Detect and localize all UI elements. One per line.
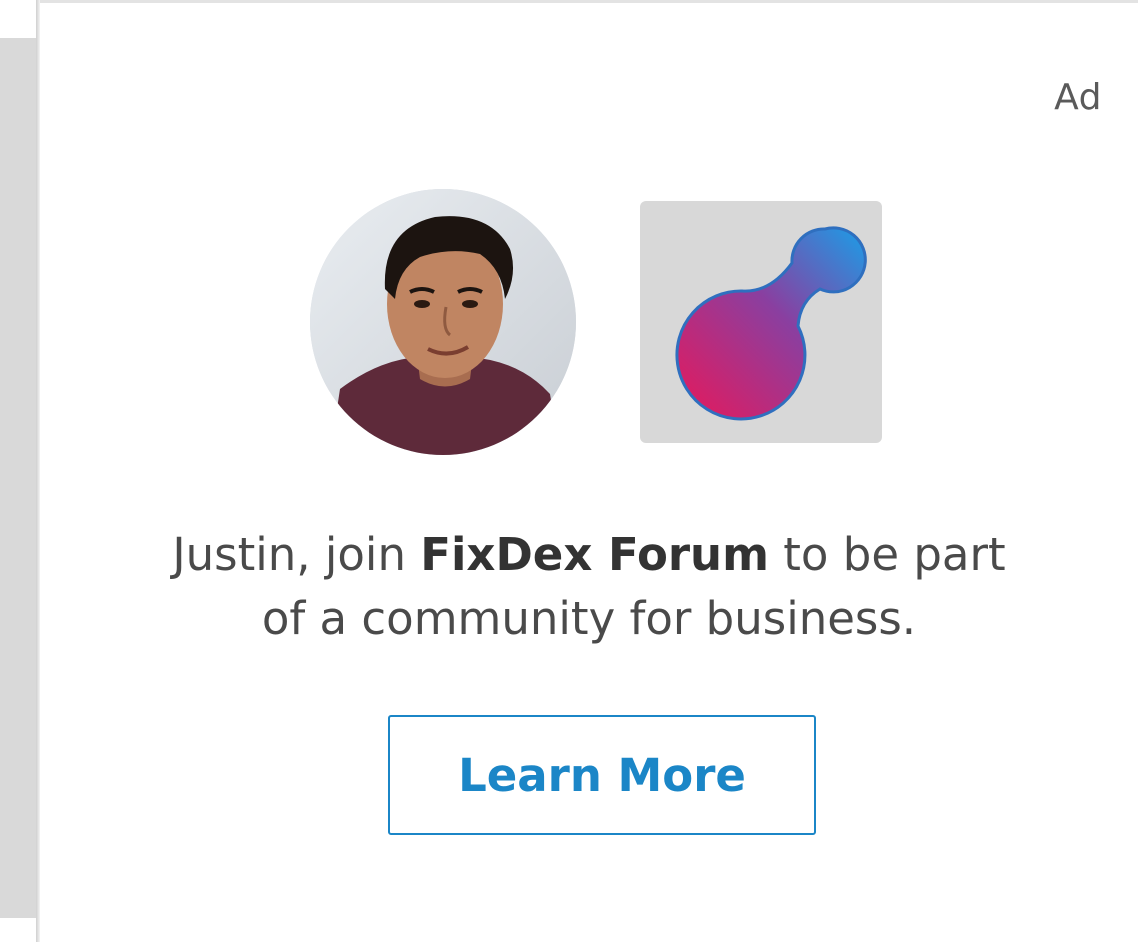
person-photo-icon bbox=[310, 189, 576, 455]
learn-more-button[interactable]: Learn More bbox=[388, 715, 816, 835]
ad-card[interactable]: Ad Justin, join FixDex Forum to be part … bbox=[40, 0, 1138, 942]
ad-message: Justin, join FixDex Forum to be part of … bbox=[40, 523, 1138, 651]
fixdex-logo-icon bbox=[675, 226, 867, 421]
message-line-2: of a community for business. bbox=[261, 592, 917, 645]
profile-avatar bbox=[310, 189, 576, 455]
ad-label: Ad bbox=[1054, 77, 1102, 118]
side-panel bbox=[0, 38, 36, 918]
ad-stage: Ad Justin, join FixDex Forum to be part … bbox=[0, 0, 1138, 942]
message-prefix: Justin, join bbox=[172, 528, 421, 581]
company-logo[interactable] bbox=[640, 201, 882, 443]
company-name-link[interactable]: FixDex Forum bbox=[420, 528, 769, 581]
message-middle: to be part bbox=[768, 528, 1006, 581]
